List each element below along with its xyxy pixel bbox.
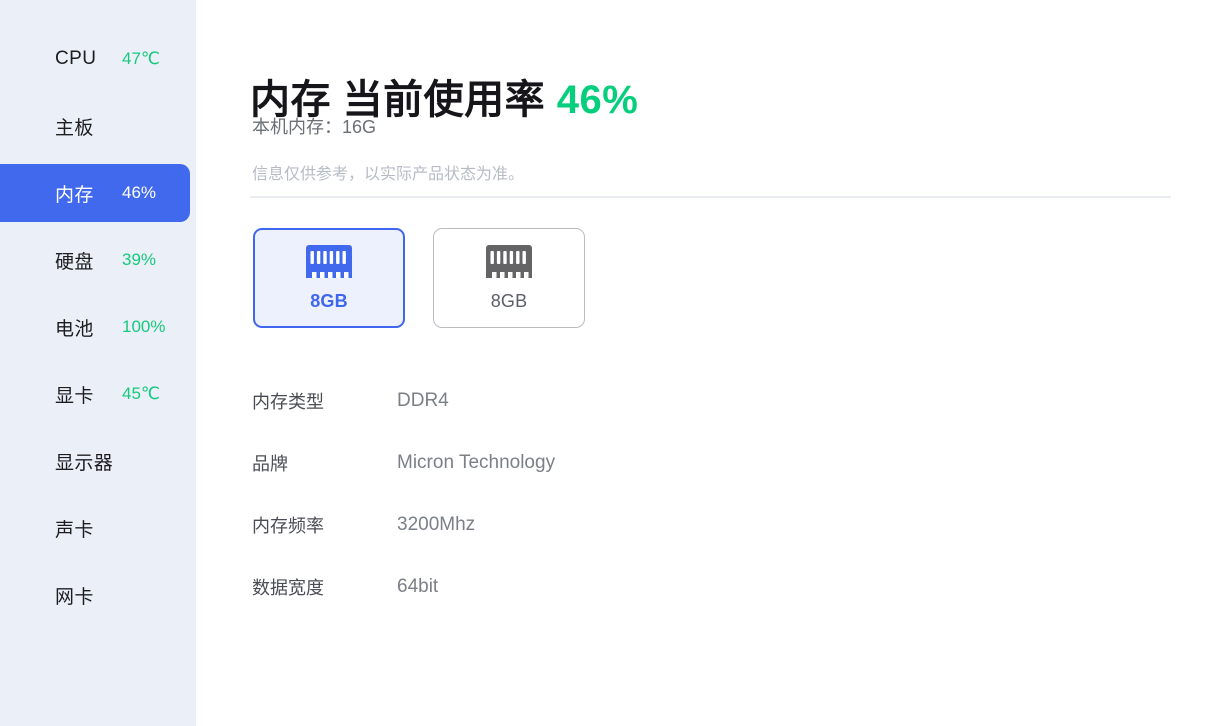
sidebar-item-label: 显卡 bbox=[55, 385, 94, 407]
sidebar-item-value: 45℃ bbox=[122, 384, 161, 403]
sidebar-item-1[interactable]: CPU 47℃ bbox=[0, 30, 190, 88]
memory-detail-list: 内存类型 DDR4 品牌 Micron Technology 内存频率 3200Mhz 数据… bbox=[252, 370, 555, 618]
detail-row: 数据宽度 64bit bbox=[252, 556, 555, 618]
memory-slot-card-2[interactable]: 8GB bbox=[433, 228, 585, 328]
total-memory-subtitle: 本机内存：16G bbox=[252, 117, 377, 137]
sidebar-item-3[interactable]: 内存 46% bbox=[0, 164, 190, 222]
sidebar-item-value: 46% bbox=[122, 183, 157, 202]
sidebar-item-9[interactable]: 网卡 bbox=[0, 566, 190, 624]
sidebar-item-label: 电池 bbox=[55, 318, 94, 340]
disclaimer-note: 信息仅供参考，以实际产品状态为准。 bbox=[252, 166, 525, 183]
section-divider bbox=[250, 196, 1171, 198]
sidebar-item-value: 39% bbox=[122, 250, 157, 269]
detail-value: 64bit bbox=[397, 576, 439, 597]
app-window: CPU 47℃ 主板内存 46% 硬盘 39% 电池 100% 显卡 45℃ 显示器声卡网卡 内存 … bbox=[0, 0, 1209, 726]
detail-value: DDR4 bbox=[397, 390, 449, 411]
detail-value: Micron Technology bbox=[397, 452, 556, 473]
memory-slot-card-1[interactable]: 8GB bbox=[253, 228, 405, 328]
sidebar-item-label: 主板 bbox=[55, 117, 94, 139]
sidebar-item-2[interactable]: 主板 bbox=[0, 97, 190, 155]
memory-slot-list: 8GB 8GB bbox=[253, 228, 585, 328]
sidebar-item-4[interactable]: 硬盘 39% bbox=[0, 231, 190, 289]
sidebar-item-label: 声卡 bbox=[55, 519, 94, 541]
ram-stick-icon bbox=[484, 244, 534, 282]
sidebar-item-label: 内存 bbox=[55, 184, 94, 206]
sidebar-item-value: 47℃ bbox=[122, 49, 161, 68]
sidebar-item-7[interactable]: 显示器 bbox=[0, 432, 190, 490]
sidebar-item-label: CPU bbox=[55, 48, 97, 69]
detail-row: 内存频率 3200Mhz bbox=[252, 494, 555, 556]
detail-key: 数据宽度 bbox=[252, 578, 324, 598]
detail-key: 内存频率 bbox=[252, 516, 324, 536]
detail-key: 内存类型 bbox=[252, 392, 324, 412]
sidebar-item-label: 显示器 bbox=[55, 452, 114, 474]
memory-slot-capacity: 8GB bbox=[310, 291, 348, 311]
sidebar-item-6[interactable]: 显卡 45℃ bbox=[0, 365, 190, 423]
detail-row: 品牌 Micron Technology bbox=[252, 432, 555, 494]
detail-row: 内存类型 DDR4 bbox=[252, 370, 555, 432]
detail-value: 3200Mhz bbox=[397, 514, 476, 535]
memory-slot-capacity: 8GB bbox=[490, 291, 528, 311]
sidebar-item-value: 100% bbox=[122, 317, 166, 336]
sidebar-item-8[interactable]: 声卡 bbox=[0, 499, 190, 557]
page-title-percent: 46% bbox=[556, 77, 639, 122]
sidebar-item-label: 硬盘 bbox=[55, 251, 94, 273]
sidebar-item-5[interactable]: 电池 100% bbox=[0, 298, 190, 356]
main-content: 内存 当前使用率 46% 本机内存：16G 信息仅供参考，以实际产品状态为准。 … bbox=[196, 0, 1209, 726]
ram-stick-icon bbox=[304, 244, 354, 282]
sidebar-item-label: 网卡 bbox=[55, 586, 94, 608]
detail-key: 品牌 bbox=[252, 454, 288, 474]
sidebar-nav: CPU 47℃ 主板内存 46% 硬盘 39% 电池 100% 显卡 45℃ 显示器声卡网卡 bbox=[0, 0, 196, 726]
